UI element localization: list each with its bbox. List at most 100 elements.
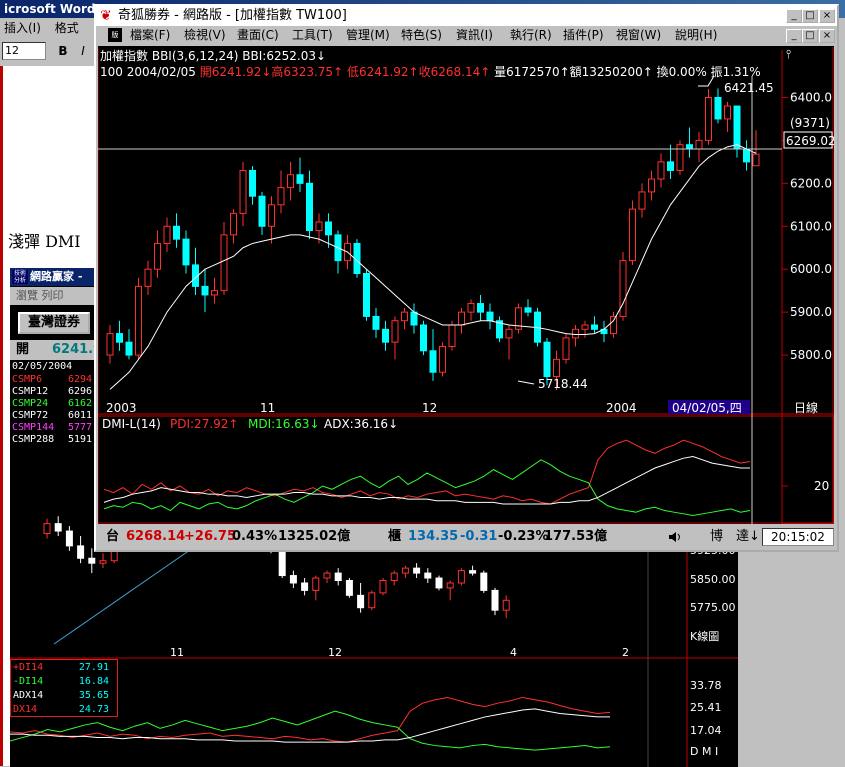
win2-dmi-label: 17.04	[690, 724, 722, 737]
win2-price-label: 5775.00	[690, 601, 736, 614]
win2-logo-icon: 技術分析	[12, 270, 28, 284]
candle-body	[173, 225, 180, 240]
da-button[interactable]: 達↓	[736, 526, 760, 548]
main-title-bar: 奇狐勝券 - 網路版 - [加權指數 TW100]	[96, 6, 837, 26]
win2-candle-body	[357, 594, 365, 609]
csmp-label: CSMP72	[12, 410, 49, 421]
bo-button[interactable]: 博	[710, 526, 723, 548]
clock: 20:15:02	[762, 528, 834, 546]
child-restore-button[interactable]: □	[802, 29, 818, 43]
word-menu-format[interactable]: 格式	[55, 21, 79, 35]
csmp-value: 6162	[68, 398, 93, 409]
candle-body	[591, 324, 598, 330]
menu-item-5[interactable]: 特色(S)	[401, 26, 442, 44]
candle-body	[752, 153, 760, 167]
menu-item-0[interactable]: 檔案(F)	[130, 26, 170, 44]
candle-body	[116, 333, 123, 343]
maximize-button[interactable]: □	[802, 9, 818, 23]
open-price: 開6241.92↓	[199, 65, 272, 79]
candle-body	[562, 337, 570, 360]
child-minimize-button[interactable]: _	[786, 29, 802, 43]
win2-candle-body	[312, 577, 320, 591]
close-button[interactable]: ×	[819, 9, 835, 23]
menu-item-3[interactable]: 工具(T)	[292, 26, 333, 44]
chart-info-line2: 100 2004/02/05 開6241.92↓高6323.75↑ 低6241.…	[100, 64, 761, 80]
otc-pct: -0.23%	[498, 529, 549, 544]
candle-body	[144, 268, 152, 287]
candle-body	[705, 96, 712, 141]
price-tick-label: 5800.0	[790, 348, 832, 362]
amount: 額13250200↑	[569, 65, 653, 79]
low-annotation: 5718.44	[538, 377, 588, 391]
win2-candle-body	[54, 523, 62, 532]
dmi-row: ADX14 35.65	[13, 689, 115, 703]
win2-candle-body	[368, 592, 376, 609]
word-document-text: 淺彈 DMI	[8, 232, 81, 251]
win2-candle-body	[379, 580, 387, 594]
menu-item-1[interactable]: 檢視(V)	[184, 26, 226, 44]
candle-body	[467, 303, 475, 313]
menu-item-9[interactable]: 視窗(W)	[616, 26, 661, 44]
win2-candle-body	[278, 550, 286, 577]
otc-change: -0.31	[460, 529, 498, 544]
chart-info-line1: 加權指數 BBI(3,6,12,24) BBI:6252.03↓	[100, 48, 326, 64]
win2-date: 02/05/2004	[12, 361, 73, 372]
bbi-value: BBI:6252.03↓	[242, 49, 327, 63]
dmi-value: 24.73	[78, 704, 109, 715]
win2-candle-body	[65, 530, 73, 547]
candle-body	[401, 311, 408, 322]
menu-item-6[interactable]: 資訊(I)	[456, 26, 493, 44]
x-axis-label: 2003	[106, 401, 137, 415]
word-font-size-select[interactable]: 12	[2, 42, 46, 60]
menu-item-10[interactable]: 說明(H)	[675, 26, 717, 44]
candle-body	[277, 187, 285, 206]
win2-candle-body	[43, 523, 51, 535]
csmp-label: CSMP12	[12, 386, 49, 397]
word-menu-insert[interactable]: 插入(I)	[4, 21, 41, 35]
menu-item-8[interactable]: 插件(P)	[563, 26, 604, 44]
csmp-row: CSMP12 6296	[12, 386, 94, 398]
child-close-button[interactable]: ×	[819, 29, 835, 43]
win2-broker-button[interactable]: 臺灣證券	[18, 312, 90, 334]
candle-body	[572, 328, 579, 339]
minimize-button[interactable]: _	[786, 9, 802, 23]
candle-body	[249, 169, 256, 197]
candle-body	[505, 328, 513, 339]
candle-body	[667, 161, 674, 171]
dmi-label: DX14	[13, 704, 38, 715]
csmp-row: CSMP24 6162	[12, 398, 94, 410]
index-name: 加權指數	[100, 49, 149, 63]
candle-body	[543, 341, 551, 378]
word-italic-button[interactable]: I	[74, 42, 92, 60]
fox-logo-icon: ❦	[100, 8, 112, 24]
csmp-value: 6011	[68, 410, 93, 421]
menu-item-4[interactable]: 管理(M)	[346, 26, 390, 44]
word-bold-button[interactable]: B	[54, 42, 72, 60]
csmp-label: CSMP288	[12, 434, 55, 445]
win2-candle-body	[413, 567, 421, 574]
menu-item-7[interactable]: 執行(R)	[510, 26, 552, 44]
dmi-legend-adx: ADX:36.16↓	[324, 417, 398, 431]
menu-item-2[interactable]: 畫面(C)	[237, 26, 279, 44]
win2-candle-body	[334, 572, 342, 582]
candle-body	[287, 174, 294, 189]
twse-value: 6268.14	[126, 529, 186, 544]
speaker-icon[interactable]	[668, 530, 682, 544]
win2-candle-body	[480, 572, 488, 591]
win2-x-label: 4	[510, 646, 517, 659]
amplitude: 振1.31%	[710, 65, 761, 79]
main-chart[interactable]: 5800.05900.06000.06100.06200.06300.06400…	[98, 46, 834, 524]
twse-change: +26.75	[184, 529, 237, 544]
candle-body	[486, 311, 494, 322]
dmi-legend-mdi: MDI:16.63↓	[248, 417, 320, 431]
x-axis-label: 2004	[606, 401, 637, 415]
turnover: 換0.00%	[656, 65, 707, 79]
dmi-label: ADX14	[13, 690, 44, 701]
win2-dmi-legend: +DI14 27.91 -DI14 16.84 ADX14 35.65 DX14 24.73	[10, 659, 118, 717]
csmp-row: CSMP144 5777	[12, 422, 94, 434]
document-icon: 版	[108, 28, 122, 42]
win2-candle-body	[88, 557, 96, 564]
candle-body	[657, 161, 665, 180]
win2-menu-bar[interactable]: 瀏覽 列印	[10, 287, 95, 305]
index-code: 100	[100, 65, 123, 79]
